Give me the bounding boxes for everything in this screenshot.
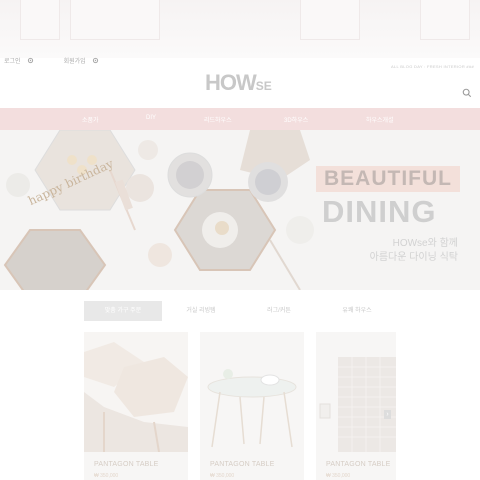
main-nav: 소품가 DIY 리드하우스 3D하우스 하우스개설 [0, 108, 480, 130]
product-image [84, 332, 188, 453]
hero-subtitle-1: HOWse와 함께 [392, 238, 458, 249]
tab-fun-house[interactable]: 유쾌 하우스 [318, 301, 396, 321]
top-fog-background [0, 0, 480, 58]
product-name: PANTAGON TABLE [210, 461, 275, 468]
nav-item-props[interactable]: 소품가 [82, 115, 99, 124]
join-link[interactable]: 회원가입 [64, 56, 86, 65]
nav-item-3d-house[interactable]: 3D하우스 [284, 115, 308, 124]
hero-subtitle-2: 아름다운 다이닝 식탁 [369, 252, 458, 263]
category-tabs: 맞춤 가구 주문 거실 리빙템 러그/커튼 유쾌 하우스 [84, 301, 396, 321]
background-window [70, 0, 160, 40]
product-card[interactable]: PANTAGON TABLE ₩ 350,000 [84, 332, 188, 480]
login-link[interactable]: 로그인 [4, 56, 21, 65]
background-window [420, 0, 470, 40]
product-name: PANTAGON TABLE [94, 461, 159, 468]
product-card[interactable]: PANTAGON TABLE ₩ 350,000 [316, 332, 396, 480]
hero-headline-1: BEAUTIFUL [316, 166, 460, 192]
background-window [20, 0, 60, 40]
tab-living-items[interactable]: 거실 리빙템 [162, 301, 240, 321]
product-carousel: PANTAGON TABLE ₩ 350,000 PANTAGON TABLE … [84, 332, 400, 480]
site-logo[interactable]: HOWSE [205, 70, 272, 96]
notice-text: ALL BLOG DAY : FRESH INTERIOR ### [391, 64, 474, 69]
tab-custom-furniture[interactable]: 맞춤 가구 주문 [84, 301, 162, 321]
background-window [300, 0, 360, 40]
product-card[interactable]: PANTAGON TABLE ₩ 350,000 [200, 332, 304, 480]
nav-item-house-open[interactable]: 하우스개설 [366, 115, 394, 124]
utility-bar: 로그인 회원가입 ALL BLOG DAY : FRESH INTERIOR #… [0, 54, 480, 70]
product-price: ₩ 350,000 [326, 473, 351, 479]
gear-icon[interactable] [92, 57, 99, 64]
carousel-next-button[interactable]: › [384, 410, 391, 419]
product-image [316, 332, 396, 452]
account-links: 로그인 회원가입 [0, 56, 99, 65]
tab-rug-curtain[interactable]: 러그/커튼 [240, 301, 318, 321]
search-icon[interactable] [462, 88, 472, 98]
logo-suffix: SE [255, 79, 272, 93]
product-price: ₩ 350,000 [210, 473, 235, 479]
product-name: PANTAGON TABLE [326, 461, 391, 468]
hero-headline-2: DINING [322, 194, 437, 229]
product-image [200, 332, 304, 452]
logo-main: HOW [205, 70, 257, 95]
nav-item-diy[interactable]: DIY [146, 115, 156, 121]
product-price: ₩ 350,000 [94, 473, 119, 479]
hero-banner[interactable]: happy birthday BEAUTIFUL DINING HOWse와 함… [0, 130, 480, 290]
nav-item-lead-house[interactable]: 리드하우스 [204, 115, 232, 124]
gear-icon[interactable] [27, 57, 34, 64]
